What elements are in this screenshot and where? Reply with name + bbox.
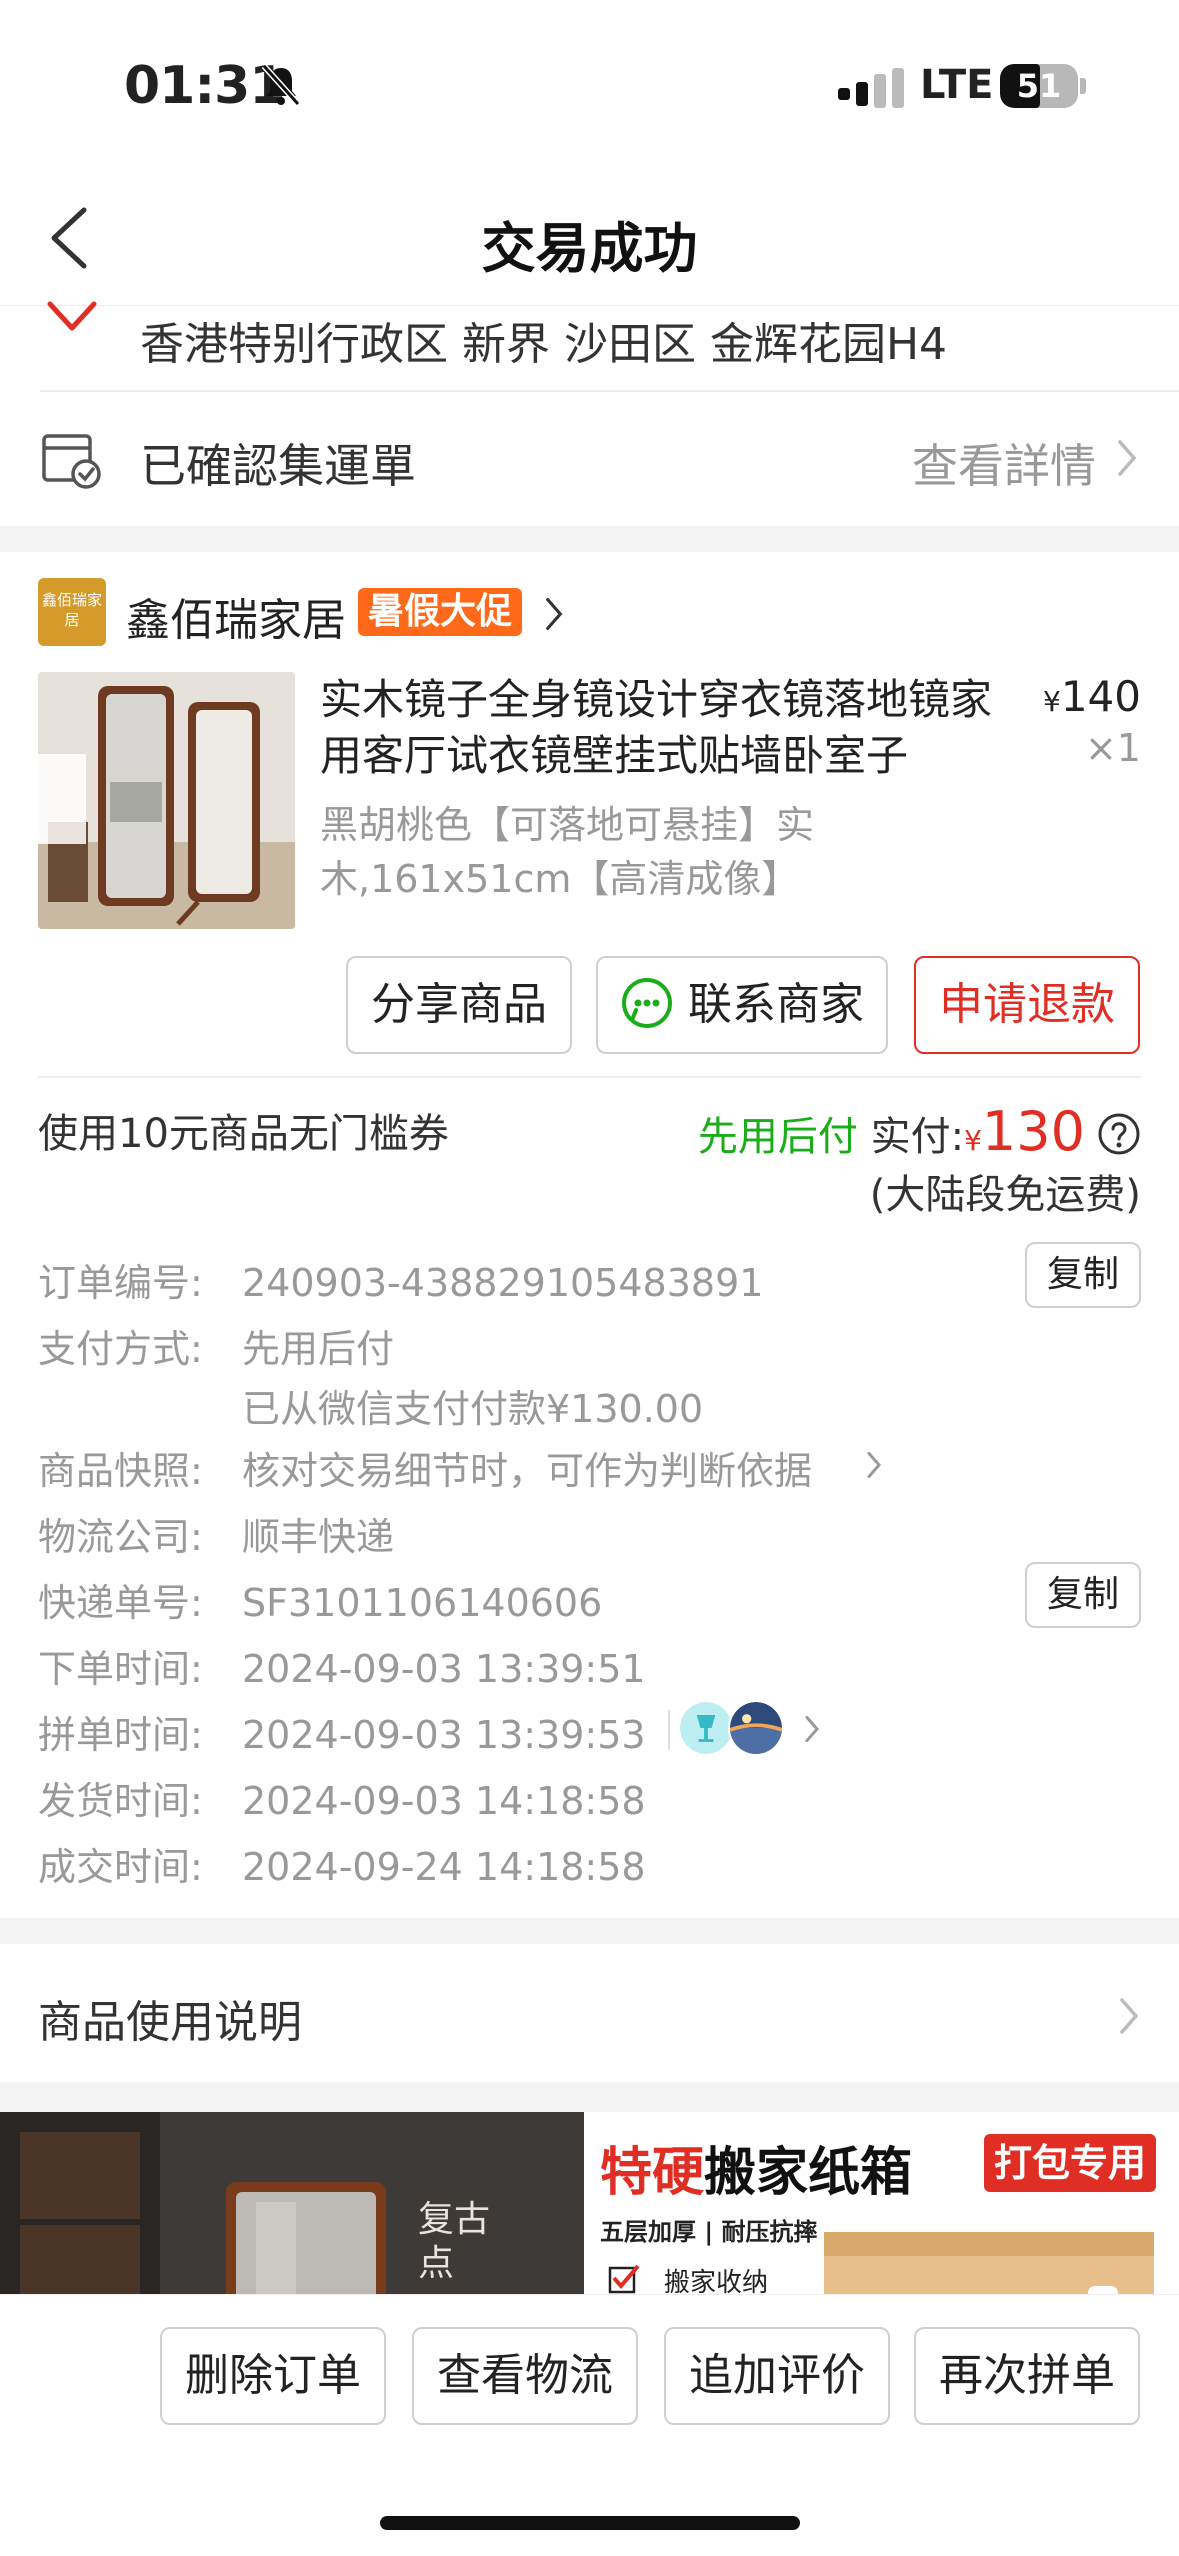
right-banner-subtitle: 五层加厚 | 耐压抗摔 bbox=[600, 2218, 818, 2246]
section-gap bbox=[0, 526, 1179, 552]
reorder-button[interactable]: 再次拼单 bbox=[914, 2327, 1140, 2425]
status-bar: 01:31 LTE 51 bbox=[0, 0, 1179, 170]
delete-order-button[interactable]: 删除订单 bbox=[160, 2327, 386, 2425]
divider bbox=[668, 1710, 670, 1750]
order-number: 240903-438829105483891 bbox=[242, 1261, 764, 1305]
usage-instructions-label: 商品使用说明 bbox=[38, 1997, 302, 2048]
tracking-number: SF3101106140606 bbox=[242, 1581, 603, 1625]
paid-currency: ¥ bbox=[964, 1124, 982, 1157]
address-row[interactable]: 香港特别行政区 新界 沙田区 金辉花园H4 bbox=[0, 301, 1179, 392]
shop-chevron-right-icon[interactable] bbox=[544, 596, 564, 632]
price-currency: ¥ bbox=[1043, 685, 1061, 718]
deal-time: 2024-09-24 14:18:58 bbox=[242, 1845, 646, 1889]
group-chevron-right-icon bbox=[805, 1715, 820, 1743]
group-time-label: 拼单时间: bbox=[38, 1713, 203, 1757]
ship-time: 2024-09-03 14:18:58 bbox=[242, 1779, 646, 1823]
shop-name[interactable]: 鑫佰瑞家居 bbox=[126, 584, 346, 648]
contact-seller-button[interactable]: 联系商家 bbox=[596, 956, 888, 1054]
page-title: 交易成功 bbox=[481, 217, 698, 280]
product-title[interactable]: 实木镜子全身镜设计穿衣镜落地镜家用客厅试衣镜壁挂式贴墙卧室子 bbox=[320, 672, 1010, 784]
payment-method-sub-row: 已从微信支付付款¥130.00 bbox=[38, 1378, 703, 1433]
payment-method-label: 支付方式: bbox=[38, 1327, 203, 1371]
left-banner-text: 复古点 bbox=[418, 2199, 491, 2284]
member-avatar bbox=[678, 1700, 734, 1756]
nav-bar: 交易成功 bbox=[0, 170, 1179, 306]
shipping-note: (大陆段免运费) bbox=[869, 1172, 1141, 1218]
right-banner-title: 特硬搬家纸箱 bbox=[600, 2130, 912, 2205]
right-banner-title-red: 特硬 bbox=[600, 2143, 705, 2203]
paid-amount: 130 bbox=[981, 1100, 1085, 1163]
copy-order-number-button[interactable]: 复制 bbox=[1025, 1242, 1141, 1308]
snapshot-text: 核对交易细节时，可作为判断依据 bbox=[242, 1449, 813, 1493]
battery-percent: 51 bbox=[1016, 67, 1062, 105]
payment-method: 先用后付 bbox=[242, 1327, 395, 1371]
help-question-icon[interactable] bbox=[1097, 1112, 1141, 1156]
snapshot-row[interactable]: 商品快照: 核对交易细节时，可作为判断依据 bbox=[38, 1440, 812, 1495]
order-number-label: 订单编号: bbox=[38, 1261, 203, 1305]
order-number-row: 订单编号: 240903-438829105483891 bbox=[38, 1252, 763, 1307]
payment-method-row: 支付方式: 先用后付 bbox=[38, 1318, 394, 1373]
copy-tracking-number-button[interactable]: 复制 bbox=[1025, 1562, 1141, 1628]
group-time-row[interactable]: 拼单时间: 2024-09-03 13:39:53 bbox=[38, 1704, 646, 1759]
address-text: 香港特别行政区 新界 沙田区 金辉花园H4 bbox=[140, 319, 948, 370]
product-spec: 黑胡桃色【可落地可悬挂】实木,161x51cm【高清成像】 bbox=[320, 803, 815, 901]
logistics-company-label: 物流公司: bbox=[38, 1515, 203, 1559]
request-refund-button[interactable]: 申请退款 bbox=[914, 956, 1140, 1054]
chevron-right-icon bbox=[1120, 1998, 1139, 2034]
logistics-company: 顺丰快递 bbox=[242, 1515, 395, 1559]
product-price: ¥140 bbox=[1043, 672, 1141, 721]
chevron-right-icon bbox=[1118, 440, 1137, 476]
section-gap bbox=[0, 1918, 1179, 1944]
location-icon bbox=[47, 301, 97, 331]
price-value: 140 bbox=[1060, 672, 1141, 721]
usage-instructions-row[interactable]: 商品使用说明 bbox=[0, 1944, 1179, 2082]
right-banner-title-black: 搬家纸箱 bbox=[704, 2143, 913, 2203]
battery-icon: 51 bbox=[1000, 64, 1078, 108]
payment-method-detail: 已从微信支付付款¥130.00 bbox=[242, 1387, 704, 1431]
network-type: LTE bbox=[920, 62, 994, 108]
deal-time-row: 成交时间: 2024-09-24 14:18:58 bbox=[38, 1836, 646, 1891]
order-time: 2024-09-03 13:39:51 bbox=[242, 1647, 646, 1691]
consolidation-row[interactable]: 已確認集運單 查看詳情 bbox=[0, 392, 1179, 526]
promo-badge: 暑假大促 bbox=[358, 588, 523, 636]
logistics-company-row: 物流公司: 顺丰快递 bbox=[38, 1506, 394, 1561]
share-product-button[interactable]: 分享商品 bbox=[346, 956, 572, 1054]
contact-seller-label: 联系商家 bbox=[688, 979, 864, 1030]
ship-time-row: 发货时间: 2024-09-03 14:18:58 bbox=[38, 1770, 646, 1825]
tracking-number-row: 快递单号: SF3101106140606 bbox=[38, 1572, 602, 1627]
battery-cap bbox=[1080, 78, 1086, 94]
pay-later-label: 先用后付 bbox=[697, 1114, 858, 1160]
group-time: 2024-09-03 13:39:53 bbox=[242, 1713, 646, 1757]
ship-time-label: 发货时间: bbox=[38, 1779, 203, 1823]
order-detail-page: 01:31 LTE 51 交易成功 香港特别行政区 新界 沙田区 金辉花园H4 … bbox=[0, 0, 1179, 2556]
tracking-number-label: 快递单号: bbox=[38, 1581, 203, 1625]
consolidation-order-icon bbox=[42, 434, 101, 489]
snapshot-chevron-right-icon[interactable] bbox=[866, 1450, 882, 1480]
mirror-product-illustration bbox=[38, 672, 295, 929]
view-logistics-button[interactable]: 查看物流 bbox=[412, 2327, 638, 2425]
view-details-link[interactable]: 查看詳情 bbox=[912, 430, 1096, 496]
product-image[interactable] bbox=[38, 672, 295, 929]
silent-bell-icon bbox=[261, 63, 301, 107]
shop-logo: 鑫佰瑞家居 bbox=[38, 578, 106, 646]
right-banner-tag: 打包专用 bbox=[984, 2134, 1157, 2192]
signal-icon bbox=[838, 68, 904, 108]
snapshot-label: 商品快照: bbox=[38, 1449, 203, 1493]
order-time-row: 下单时间: 2024-09-03 13:39:51 bbox=[38, 1638, 646, 1693]
consolidation-label: 已確認集運單 bbox=[140, 439, 416, 493]
checkbox-icon bbox=[608, 2264, 640, 2294]
deal-time-label: 成交时间: bbox=[38, 1845, 203, 1889]
chat-bubble-icon bbox=[622, 978, 672, 1028]
product-quantity: ×1 bbox=[1084, 726, 1141, 770]
paid-label: 实付: bbox=[870, 1114, 965, 1160]
add-review-button[interactable]: 追加评价 bbox=[664, 2327, 890, 2425]
coupon-text: 使用10元商品无门槛券 bbox=[38, 1111, 449, 1157]
divider bbox=[38, 1076, 1141, 1078]
order-time-label: 下单时间: bbox=[38, 1647, 203, 1691]
home-indicator[interactable] bbox=[380, 2516, 800, 2530]
paid-amount-line: 先用后付 实付:¥130 bbox=[698, 1100, 1141, 1163]
member-avatar bbox=[728, 1700, 784, 1756]
section-gap bbox=[0, 2082, 1179, 2112]
